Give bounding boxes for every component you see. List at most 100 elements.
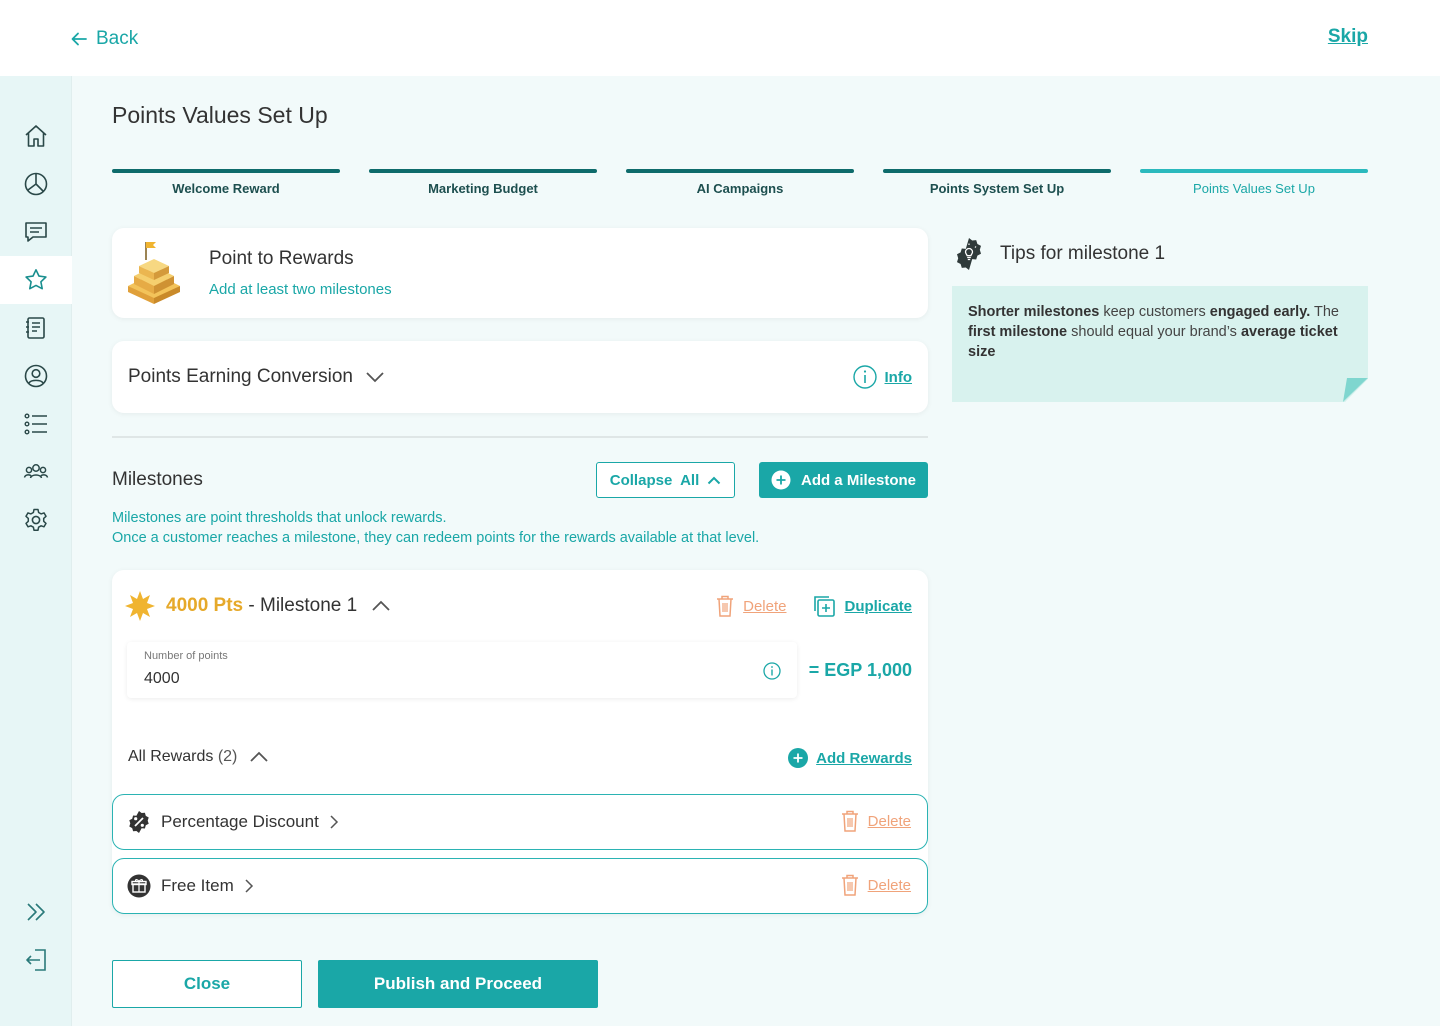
duplicate-milestone-button[interactable]: Duplicate	[812, 594, 912, 618]
step-bar	[626, 169, 854, 173]
chat-icon	[25, 222, 47, 242]
info-icon	[852, 365, 877, 389]
percent-badge-icon	[129, 811, 149, 833]
expand-icon	[27, 903, 45, 921]
gift-icon	[127, 874, 151, 898]
chevron-right-icon	[245, 879, 253, 893]
chevron-up-icon	[250, 751, 269, 762]
close-button[interactable]: Close	[112, 960, 302, 1008]
step-label: Points System Set Up	[929, 181, 1065, 196]
step-label: AI Campaigns	[696, 181, 784, 196]
stepper: Welcome Reward Marketing Budget AI Campa…	[112, 169, 1368, 199]
point-to-rewards-card: Point to Rewards Add at least two milest…	[112, 228, 928, 318]
milestones-desc-line1: Milestones are point thresholds that unl…	[112, 510, 447, 526]
collapse-all-button[interactable]: Collapse All	[596, 462, 735, 498]
reward-open-button[interactable]: Percentage Discount	[127, 810, 339, 834]
tip-text: should equal your brand’s	[1067, 324, 1241, 340]
plus-circle-icon	[771, 470, 791, 490]
point-to-rewards-subtitle: Add at least two milestones	[209, 281, 392, 298]
sidebar-item-home[interactable]	[0, 112, 72, 160]
sidebar	[0, 76, 72, 1026]
tip-bold: Shorter milestones	[968, 304, 1100, 320]
duplicate-label: Duplicate	[844, 597, 912, 615]
conversion-value: = EGP 1,000	[808, 660, 912, 680]
delete-reward-button[interactable]: Delete	[840, 809, 911, 833]
reward-name: Free Item	[161, 876, 234, 895]
sidebar-logout-button[interactable]	[0, 936, 72, 984]
sidebar-expand-button[interactable]	[0, 888, 72, 936]
delete-milestone-button[interactable]: Delete	[715, 594, 786, 618]
milestone-header-toggle[interactable]: 4000 Pts - Milestone 1	[124, 590, 391, 622]
sidebar-item-customers[interactable]	[0, 448, 72, 496]
add-milestone-label: Add a Milestone	[800, 471, 916, 489]
group-icon	[23, 464, 49, 479]
sidebar-item-loyalty[interactable]	[0, 256, 72, 304]
point-to-rewards-title: Point to Rewards	[209, 248, 354, 269]
notebook-icon	[26, 317, 45, 339]
info-label: Info	[884, 368, 913, 386]
delete-label: Delete	[867, 876, 911, 894]
step-label: Points Values Set Up	[1193, 181, 1315, 196]
sidebar-item-messages[interactable]	[0, 208, 72, 256]
milestones-heading: Milestones	[112, 469, 203, 490]
tips-header: Tips for milestone 1	[952, 237, 1165, 271]
sidebar-item-notebook[interactable]	[0, 304, 72, 352]
add-milestone-button[interactable]: Add a Milestone	[759, 462, 928, 498]
chart-pie-icon	[24, 172, 48, 196]
step-points-system[interactable]: Points System Set Up	[883, 169, 1111, 199]
step-points-values[interactable]: Points Values Set Up	[1140, 169, 1368, 199]
milestone-points: 4000 Pts	[166, 595, 244, 616]
reward-name: Percentage Discount	[161, 812, 319, 831]
delete-reward-button[interactable]: Delete	[840, 873, 911, 897]
sidebar-item-list[interactable]	[0, 400, 72, 448]
rewards-count: (2)	[217, 748, 238, 765]
points-earning-header[interactable]: Points Earning Conversion	[128, 366, 385, 388]
list-icon	[24, 413, 47, 435]
delete-label: Delete	[867, 812, 911, 830]
points-earning-conversion-card[interactable]: Points Earning Conversion Info	[112, 341, 928, 413]
logout-icon	[26, 949, 46, 971]
skip-link[interactable]: Skip	[1328, 26, 1368, 48]
add-rewards-label: Add Rewards	[816, 749, 912, 767]
sidebar-item-analytics[interactable]	[0, 160, 72, 208]
trash-icon	[841, 874, 858, 896]
step-label: Welcome Reward	[172, 181, 280, 196]
stacked-blocks-flag-icon	[128, 242, 180, 304]
reward-open-button[interactable]: Free Item	[127, 874, 254, 898]
home-icon	[25, 125, 47, 147]
note-fold-corner	[1343, 378, 1368, 402]
arrow-left-icon	[71, 32, 87, 46]
tip-text: keep customers	[1099, 304, 1210, 320]
publish-and-proceed-button[interactable]: Publish and Proceed	[318, 960, 598, 1008]
tips-text: Shorter milestones keep customers engage…	[968, 302, 1352, 362]
back-label: Back	[96, 28, 139, 49]
chevron-up-icon	[372, 600, 390, 611]
sidebar-item-settings[interactable]	[0, 496, 72, 544]
trash-icon	[841, 810, 858, 832]
delete-label: Delete	[743, 597, 787, 615]
trash-icon	[717, 595, 734, 617]
chevron-down-icon	[366, 372, 384, 383]
back-button[interactable]: Back	[70, 26, 138, 52]
step-bar	[369, 169, 597, 173]
milestone-title: 4000 Pts - Milestone 1	[166, 595, 357, 617]
chevron-up-icon	[708, 476, 721, 484]
number-of-points-input[interactable]	[144, 670, 744, 688]
reward-row: Percentage Discount Delete	[112, 794, 928, 850]
step-bar	[112, 169, 340, 173]
step-welcome-reward[interactable]: Welcome Reward	[112, 169, 340, 199]
plus-circle-icon	[788, 748, 809, 768]
sidebar-item-profile[interactable]	[0, 352, 72, 400]
tip-text: The	[1310, 304, 1339, 320]
all-rewards-toggle[interactable]: All Rewards (2)	[128, 748, 269, 766]
info-link[interactable]: Info	[852, 365, 913, 389]
top-bar: Back Skip	[0, 0, 1440, 76]
step-ai-campaigns[interactable]: AI Campaigns	[626, 169, 854, 199]
info-icon[interactable]	[763, 662, 781, 680]
milestones-description: Milestones are point thresholds that unl…	[112, 508, 759, 548]
add-rewards-button[interactable]: Add Rewards	[788, 748, 912, 768]
number-of-points-field[interactable]: Number of points	[127, 642, 797, 698]
step-marketing-budget[interactable]: Marketing Budget	[369, 169, 597, 199]
user-circle-icon	[24, 364, 48, 388]
star-icon	[25, 269, 47, 290]
